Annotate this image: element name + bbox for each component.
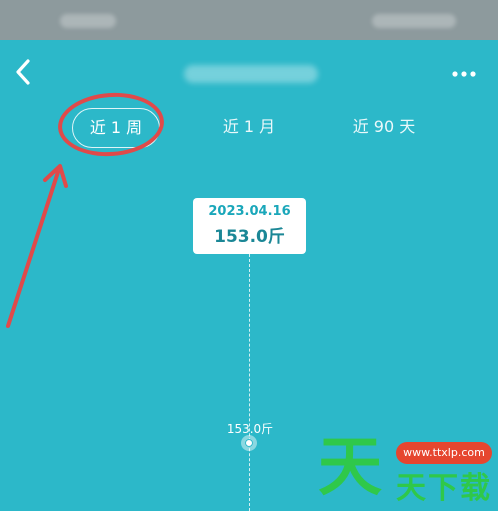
tab-week[interactable]: 近 1 周: [72, 108, 160, 148]
watermark-url: www.ttxlp.com: [396, 442, 492, 464]
watermark-logo-char: 天: [318, 431, 382, 505]
more-dots-icon: [452, 71, 476, 77]
status-time-blurred: [60, 14, 116, 28]
back-button[interactable]: [8, 54, 38, 90]
site-watermark: 天 www.ttxlp.com 天下载: [312, 432, 498, 511]
page-title-blurred: [184, 65, 318, 83]
tooltip-weight: 153.0斤: [214, 227, 285, 247]
nav-bar: [0, 40, 498, 108]
chart-data-point[interactable]: [241, 435, 257, 451]
tooltip-date: 2023.04.16: [208, 204, 291, 219]
chart-guide-line: [249, 254, 250, 511]
chevron-left-icon: [16, 59, 30, 85]
status-icons-blurred: [372, 14, 456, 28]
period-tabs: 近 1 周 近 1 月 近 90 天: [0, 108, 498, 148]
watermark-text: 天下载: [396, 471, 492, 506]
tab-90-days[interactable]: 近 90 天: [336, 108, 432, 146]
more-button[interactable]: [444, 62, 484, 86]
chart-tooltip: 2023.04.16 153.0斤: [193, 198, 306, 254]
tab-month[interactable]: 近 1 月: [206, 108, 292, 146]
status-bar: [0, 0, 498, 40]
